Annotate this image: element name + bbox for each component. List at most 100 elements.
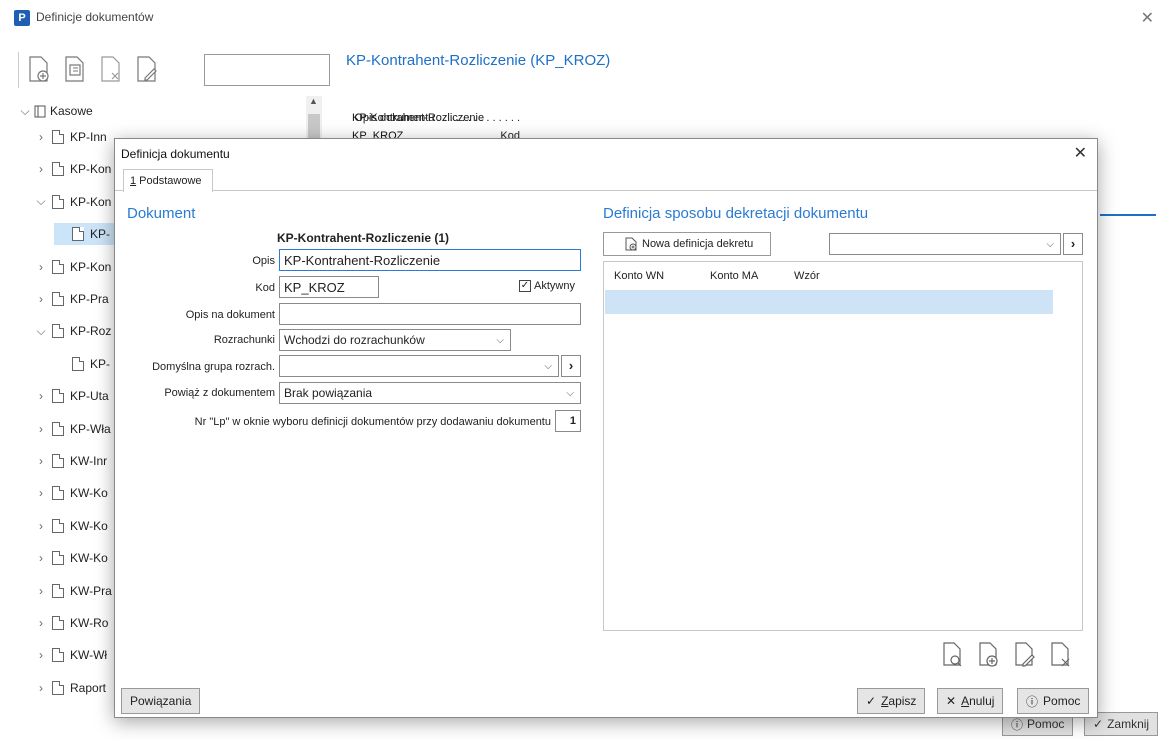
background-titlebar: P Definicje dokumentów ✕: [0, 0, 1164, 38]
document-icon: [52, 324, 64, 339]
anuluj-button[interactable]: ✕ Anuluj: [937, 688, 1004, 714]
chevron-right-icon[interactable]: ›: [34, 422, 48, 436]
tree-item-label: KW-Inr: [70, 454, 108, 468]
aktywny-checkbox[interactable]: ✓ Aktywny: [519, 280, 575, 292]
checkmark-icon: ✓: [866, 694, 877, 708]
dialog-tabbar: 1 Podstawowe: [115, 167, 1097, 192]
rozrachunki-select[interactable]: Wchodzi do rozrachunków ⌵: [279, 329, 511, 351]
powiaz-select[interactable]: Brak powiązania ⌵: [279, 382, 581, 404]
background-toolbar: [14, 50, 334, 90]
column-konto-ma[interactable]: Konto MA: [710, 270, 758, 282]
aktywny-label: Aktywny: [534, 280, 575, 292]
tree-item[interactable]: › KW-Pra: [34, 580, 112, 602]
chevron-right-icon[interactable]: ›: [34, 519, 48, 533]
tree-item-label: KW-Ko: [70, 551, 108, 566]
kod-input[interactable]: KP_KROZ: [279, 276, 379, 298]
chevron-right-icon[interactable]: ›: [34, 681, 48, 695]
tree-child-item[interactable]: KP-: [54, 353, 110, 375]
background-search-input[interactable]: [204, 54, 330, 86]
domyslna-grupa-label: Domyślna grupa rozrach.: [152, 361, 275, 373]
background-document-title: KP-Kontrahent-Rozliczenie (KP_KROZ): [346, 52, 611, 69]
scroll-up-arrow-icon[interactable]: ▲: [309, 96, 318, 106]
tree-item-label: KP-Kon: [70, 194, 112, 209]
dekret-open-button[interactable]: ›: [1063, 233, 1083, 255]
tree-item[interactable]: ⌵ KP-Roz: [34, 320, 111, 342]
chevron-right-icon[interactable]: ›: [34, 292, 48, 306]
help-circle-icon: ⓘ: [1011, 717, 1024, 732]
tree-item[interactable]: › KP-Pra: [34, 288, 109, 310]
chevron-right-icon[interactable]: ›: [34, 616, 48, 630]
delete-document-icon[interactable]: [1049, 641, 1073, 669]
powiazania-button[interactable]: Powiązania: [121, 688, 201, 714]
tree-item[interactable]: › KW-Ro: [34, 612, 108, 634]
tree-item[interactable]: › KP-Kon: [34, 158, 111, 180]
tree-item[interactable]: › KP-Inn: [34, 126, 107, 148]
powiaz-value: Brak powiązania: [284, 386, 373, 400]
domyslna-grupa-select[interactable]: ⌵: [279, 355, 559, 377]
document-icon: [52, 518, 64, 533]
column-konto-wn[interactable]: Konto WN: [614, 270, 664, 282]
column-wzor[interactable]: Wzór: [794, 270, 820, 282]
tab-podstawowe[interactable]: 1 Podstawowe: [123, 169, 213, 192]
preview-document-icon[interactable]: [941, 641, 965, 669]
tree-item[interactable]: › KP-Uta: [34, 385, 109, 407]
tree-item-label: KP-Kon: [70, 162, 112, 177]
dekretacja-section-title: Definicja sposobu dekretacji dokumentu: [603, 205, 869, 222]
tree-item[interactable]: › KW-Ko: [34, 547, 108, 569]
tree-item[interactable]: › KP-Kon: [34, 256, 111, 278]
chevron-right-icon[interactable]: ›: [34, 162, 48, 176]
opis-label: Opis: [252, 255, 275, 267]
tree-item[interactable]: › KW-Wł: [34, 644, 107, 666]
tree-item[interactable]: › KW-Inr: [34, 450, 107, 472]
domyslna-grupa-open-button[interactable]: ›: [561, 355, 581, 377]
chevron-down-icon[interactable]: ⌵: [18, 104, 32, 119]
tree-item-label: KP-Pra: [70, 292, 109, 306]
tree-root-label: Kasowe: [50, 104, 93, 118]
chevron-right-icon[interactable]: ›: [34, 551, 48, 565]
tree-item-label: KP-Wła: [70, 421, 111, 436]
tree-item[interactable]: › Raport: [34, 677, 106, 699]
nowa-definicja-dekretu-button[interactable]: Nowa definicja dekretu: [603, 232, 771, 256]
tree-item[interactable]: › KW-Ko: [34, 482, 108, 504]
copy-document-icon[interactable]: [62, 54, 88, 84]
opis-na-dokument-input[interactable]: [279, 303, 581, 325]
document-icon: [52, 194, 64, 209]
dekret-grid-header: Konto WN Konto MA Wzór: [604, 262, 1082, 288]
tree-item[interactable]: › KW-Ko: [34, 515, 108, 537]
add-document-icon[interactable]: [977, 641, 1001, 669]
add-document-icon[interactable]: [26, 54, 52, 84]
zapisz-label: Zapisz: [881, 694, 917, 708]
chevron-right-icon[interactable]: ›: [34, 130, 48, 144]
edit-document-icon[interactable]: [134, 54, 160, 84]
tree-item[interactable]: › KP-Wła: [34, 418, 111, 440]
tree-root-kasowe[interactable]: ⌵ Kasowe: [18, 100, 93, 122]
chevron-right-icon[interactable]: ›: [34, 389, 48, 403]
pomoc-button[interactable]: ⓘ Pomoc: [1017, 688, 1090, 714]
definicja-dokumentu-dialog: Definicja dokumentu ✕ 1 Podstawowe Dokum…: [114, 138, 1098, 718]
tree-item-label: KW-Ko: [70, 518, 108, 533]
chevron-right-icon[interactable]: ›: [34, 260, 48, 274]
chevron-right-icon[interactable]: ›: [34, 454, 48, 468]
chevron-right-icon[interactable]: ›: [34, 584, 48, 598]
dekret-select[interactable]: ⌵: [829, 233, 1061, 255]
chevron-right-icon[interactable]: ›: [34, 486, 48, 500]
chevron-down-icon[interactable]: ⌵: [34, 194, 48, 209]
new-document-icon: [624, 237, 638, 251]
edit-document-icon[interactable]: [1013, 641, 1037, 669]
checkbox-check-icon[interactable]: ✓: [519, 280, 531, 292]
tree-item[interactable]: ⌵ KP-Kon: [34, 191, 111, 213]
opis-input[interactable]: KP-Kontrahent-Rozliczenie: [279, 249, 581, 271]
document-icon: [52, 486, 64, 501]
dialog-close-icon[interactable]: ✕: [1074, 143, 1087, 163]
chevron-right-icon[interactable]: ›: [34, 648, 48, 662]
delete-document-icon[interactable]: [98, 54, 124, 84]
nr-lp-input[interactable]: 1: [555, 410, 581, 432]
tree-item-label: KP-: [90, 227, 111, 242]
tree-item-label: KW-Ko: [70, 486, 108, 501]
chevron-down-icon[interactable]: ⌵: [34, 324, 48, 339]
tree-item-label: KP-: [90, 356, 111, 371]
background-close-icon[interactable]: ✕: [1141, 8, 1154, 28]
table-row[interactable]: [605, 290, 1053, 314]
zapisz-button[interactable]: ✓ Zapisz: [857, 688, 926, 714]
document-icon: [52, 648, 64, 663]
